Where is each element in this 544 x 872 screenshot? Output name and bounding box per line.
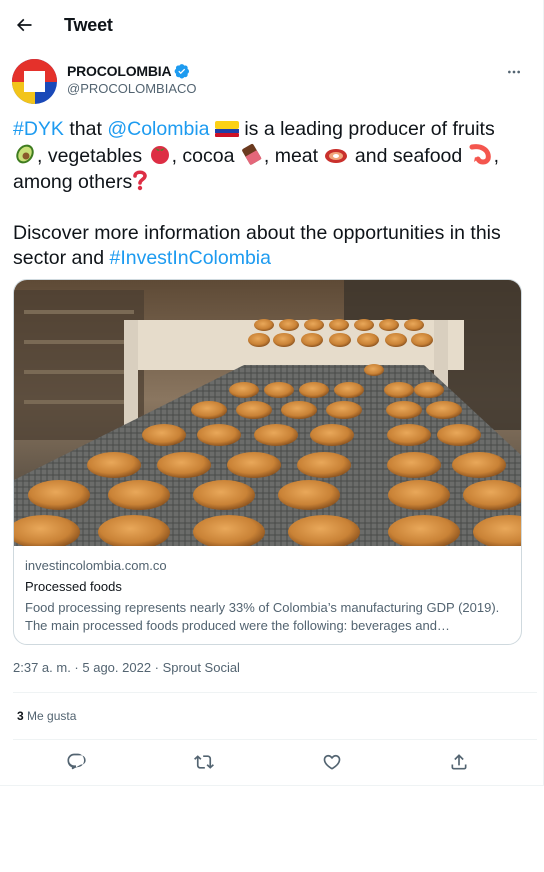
- likes-count: 3: [17, 709, 24, 723]
- link-card[interactable]: investincolombia.com.co Processed foods …: [13, 279, 522, 645]
- likes-label: Me gusta: [27, 709, 77, 723]
- author-handle[interactable]: @PROCOLOMBIACO: [67, 81, 197, 96]
- retweet-icon: [194, 755, 214, 769]
- reply-icon: [67, 753, 86, 770]
- shrimp-icon: [469, 143, 491, 164]
- tweet-date[interactable]: 5 ago. 2022: [82, 660, 151, 675]
- header: Tweet: [0, 0, 543, 50]
- back-button[interactable]: [10, 9, 38, 41]
- more-button[interactable]: [502, 62, 526, 82]
- card-image: [14, 280, 521, 546]
- reply-button[interactable]: [64, 750, 88, 774]
- action-bar: [0, 748, 544, 774]
- divider: [0, 785, 544, 786]
- like-button[interactable]: [320, 750, 344, 774]
- likes-stat[interactable]: 3 Me gusta: [17, 709, 76, 723]
- retweet-button[interactable]: [192, 750, 216, 774]
- chocolate-bar-icon: [242, 143, 262, 165]
- mention-link[interactable]: @Colombia: [107, 118, 209, 140]
- share-icon: [451, 754, 467, 770]
- hashtag-link[interactable]: #InvestInColombia: [109, 247, 271, 269]
- more-horizontal-icon: [508, 70, 520, 74]
- tweet-time[interactable]: 2:37 a. m.: [13, 660, 71, 675]
- tomato-icon: [150, 145, 169, 164]
- colombia-flag-icon: [214, 121, 239, 137]
- divider: [13, 739, 537, 740]
- page-title: Tweet: [64, 15, 113, 35]
- tweet-paragraph-1: #DYK that @Colombia is a leading produce…: [13, 118, 500, 193]
- card-description: Food processing represents nearly 33% of…: [25, 600, 500, 633]
- share-button[interactable]: [447, 750, 471, 774]
- verified-badge-icon: [174, 64, 190, 79]
- tweet-source[interactable]: Sprout Social: [163, 660, 240, 675]
- cut-of-meat-icon: [325, 148, 348, 163]
- divider: [13, 692, 537, 693]
- card-title: Processed foods: [25, 579, 122, 594]
- tweet-paragraph-2: Discover more information about the oppo…: [13, 221, 501, 270]
- arrow-left-icon: [16, 18, 32, 32]
- like-icon: [323, 754, 341, 770]
- card-domain: investincolombia.com.co: [25, 558, 167, 573]
- tweet-meta: 2:37 a. m. · 5 ago. 2022 · Sprout Social: [13, 660, 240, 675]
- tweet-text: #DYK that @Colombia is a leading produce…: [13, 117, 513, 272]
- avocado-icon: [16, 144, 34, 163]
- hashtag-link[interactable]: #DYK: [13, 118, 64, 140]
- author-name[interactable]: PROCOLOMBIA: [67, 63, 190, 79]
- avatar[interactable]: [12, 59, 57, 104]
- question-mark-icon: [133, 170, 148, 191]
